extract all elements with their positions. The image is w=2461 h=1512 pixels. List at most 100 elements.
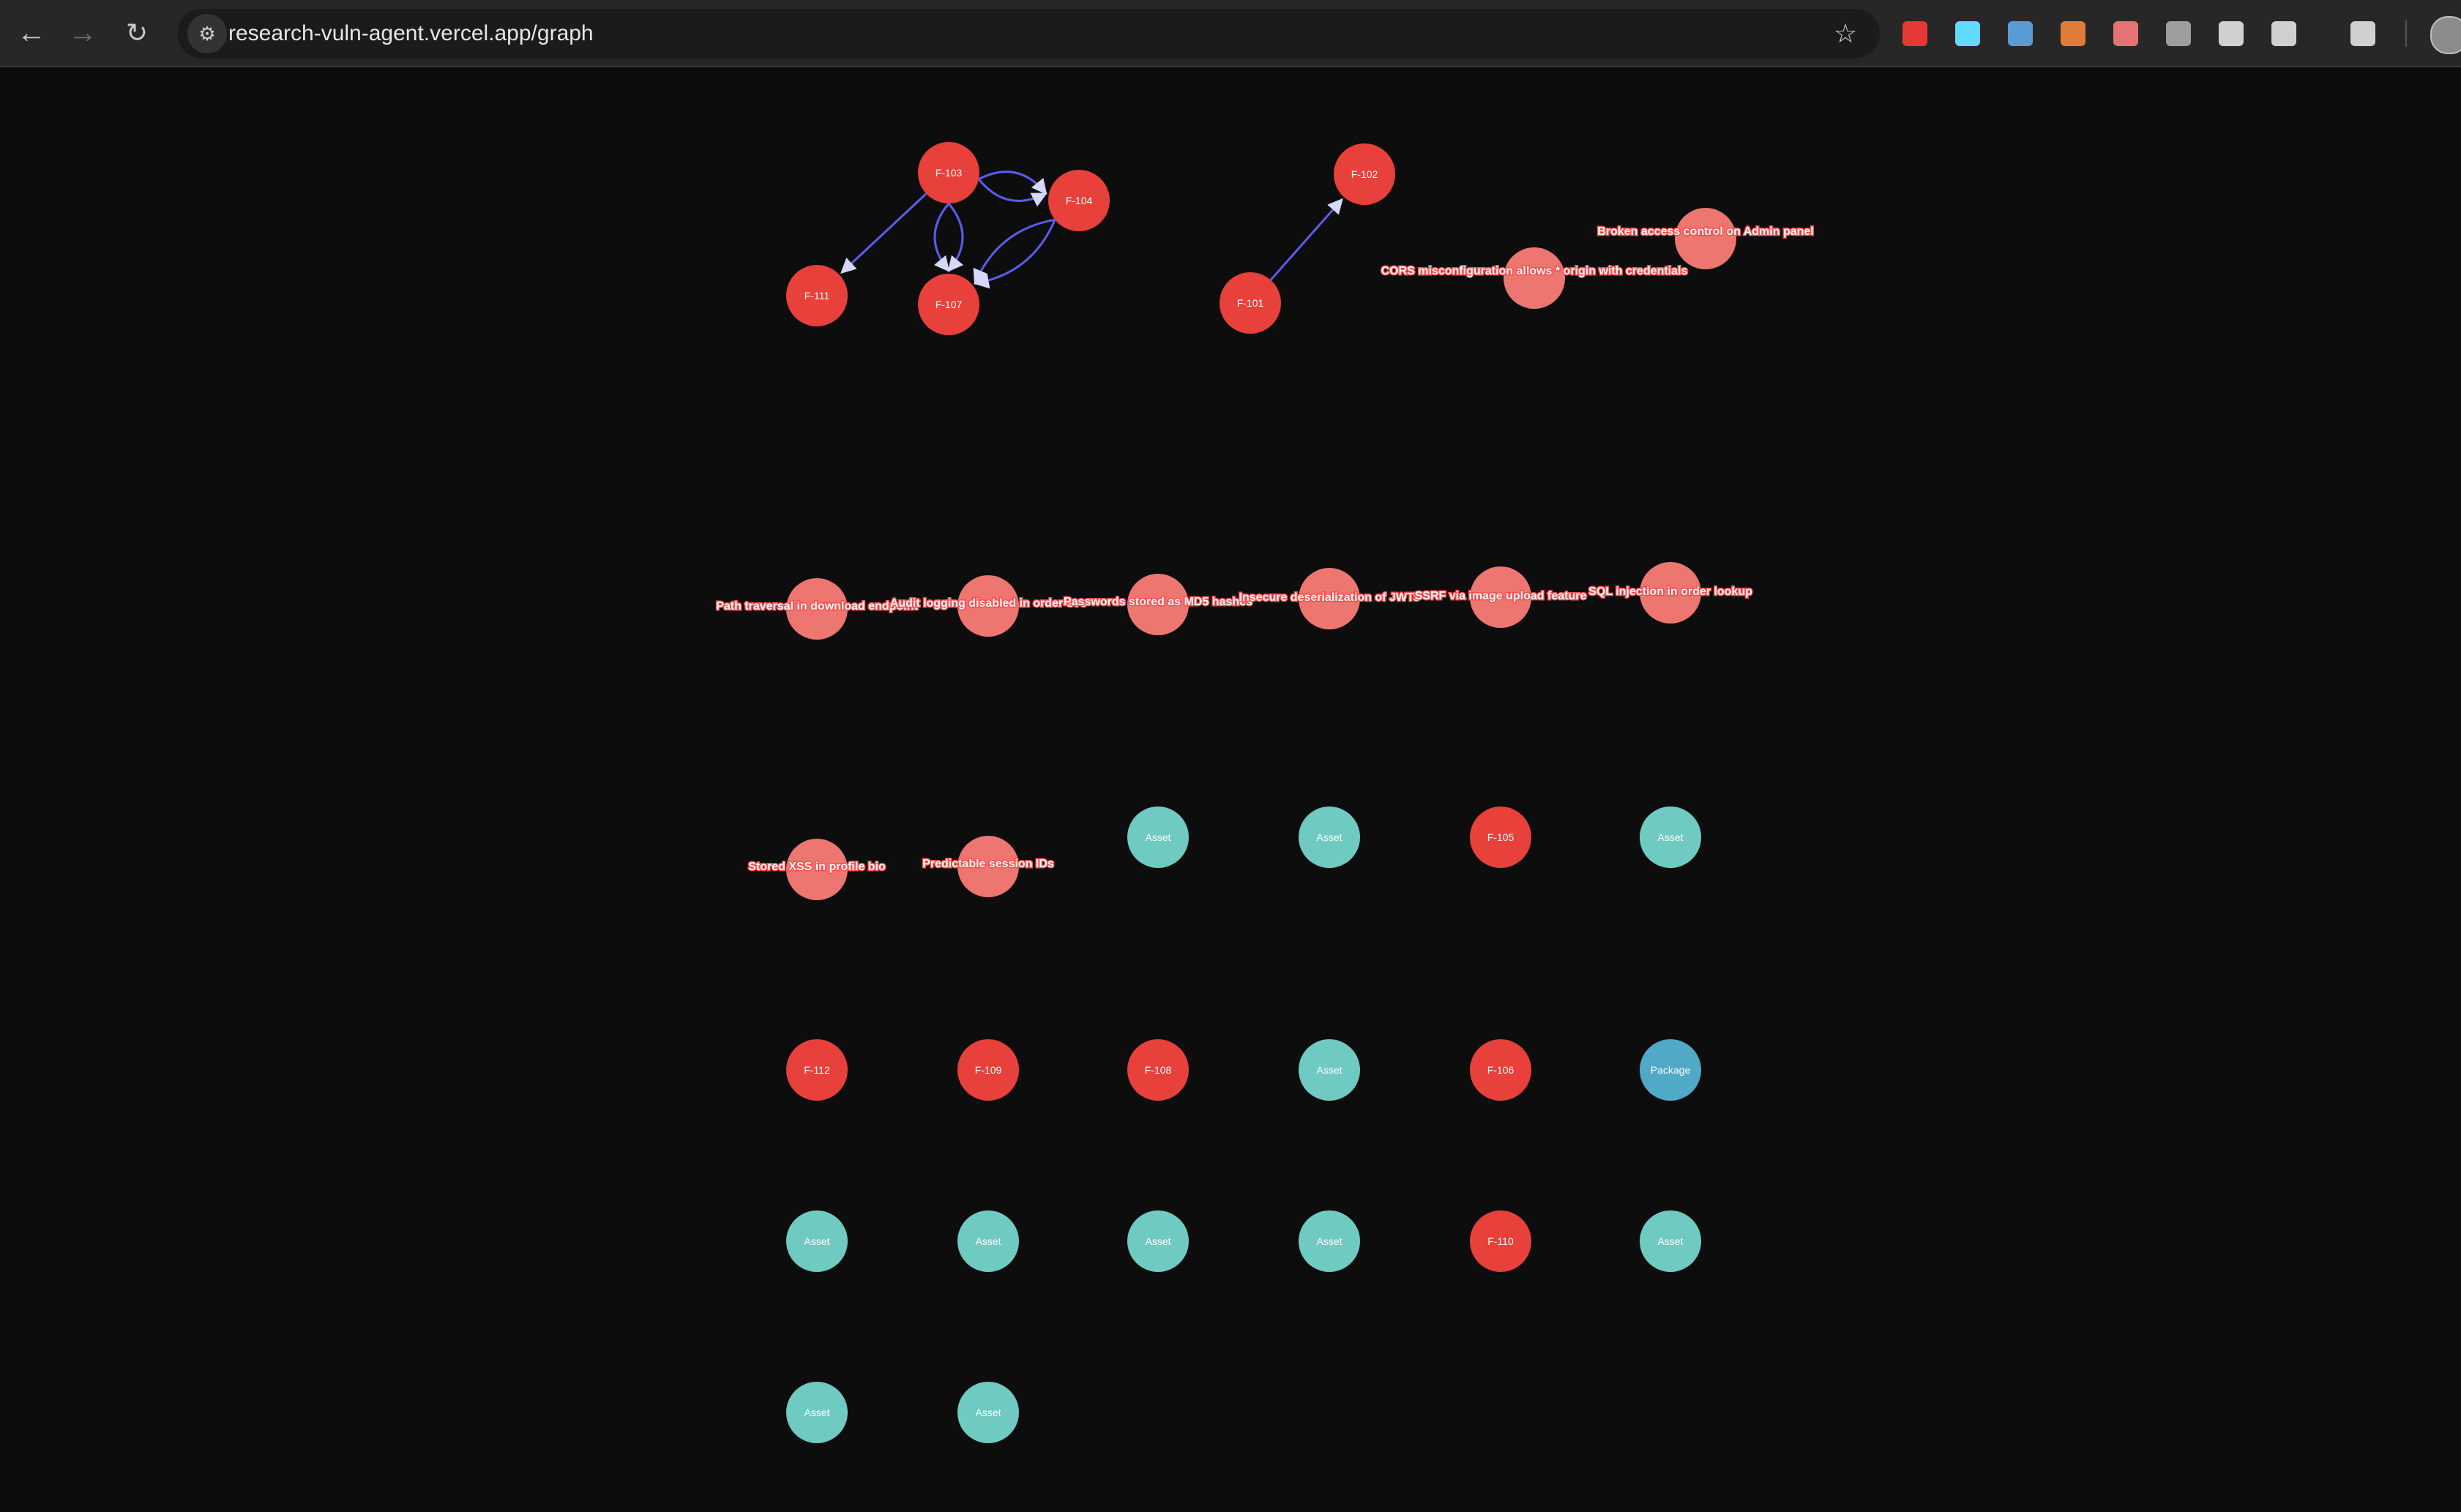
asset-node[interactable]: Asset xyxy=(1299,1210,1360,1272)
extension-button[interactable] xyxy=(2053,13,2094,54)
site-info-button[interactable]: ⚙ xyxy=(187,14,227,53)
toolbar-divider xyxy=(2405,20,2407,47)
ext-screenshot-icon xyxy=(2008,21,2033,46)
finding-title-node[interactable]: Insecure deserialization of JWTs xyxy=(1238,568,1421,629)
asset-node[interactable]: Asset xyxy=(1299,806,1360,868)
node-label: F-108 xyxy=(1145,1064,1172,1076)
asset-node[interactable]: Asset xyxy=(1299,1039,1360,1101)
star-icon: ☆ xyxy=(1833,18,1858,48)
finding-title-node[interactable]: Passwords stored as MD5 hashes xyxy=(1063,574,1254,635)
ext-hand-icon xyxy=(1902,21,1927,46)
extension-button[interactable] xyxy=(2211,13,2252,54)
node-label: CORS misconfiguration allows * origin wi… xyxy=(1381,265,1688,277)
node-label: SSRF via image upload feature xyxy=(1415,590,1587,602)
extension-button[interactable] xyxy=(2263,13,2304,54)
finding-node[interactable]: F-109 xyxy=(957,1039,1019,1101)
package-node[interactable]: Package xyxy=(1640,1039,1701,1101)
back-button[interactable]: ← xyxy=(12,13,51,53)
node-label: Asset xyxy=(1657,1235,1683,1247)
node-label: Stored XSS in profile bio xyxy=(748,861,886,873)
finding-node[interactable]: F-101 xyxy=(1220,272,1281,334)
node-label: F-112 xyxy=(804,1064,830,1076)
finding-node[interactable]: F-107 xyxy=(918,274,979,335)
finding-node[interactable]: F-110 xyxy=(1470,1210,1531,1272)
node-label: F-105 xyxy=(1487,831,1515,843)
finding-node[interactable]: F-108 xyxy=(1127,1039,1189,1101)
finding-node[interactable]: F-106 xyxy=(1470,1039,1531,1101)
reload-button[interactable]: ↻ xyxy=(117,13,157,53)
finding-node[interactable]: F-105 xyxy=(1470,806,1531,868)
extension-button[interactable] xyxy=(2342,13,2383,54)
node-label: Asset xyxy=(804,1235,829,1247)
asset-node[interactable]: Asset xyxy=(1640,806,1701,868)
node-label: Asset xyxy=(975,1407,1001,1418)
ext-react-icon xyxy=(1955,21,1980,46)
node-label: Audit logging disabled in order-svc xyxy=(890,597,1087,610)
node-circle[interactable] xyxy=(1675,208,1736,269)
finding-title-node[interactable]: Audit logging disabled in order-svc xyxy=(889,575,1088,637)
graph-edge xyxy=(973,219,1056,289)
extension-button[interactable] xyxy=(2158,13,2199,54)
finding-title-node[interactable]: Broken access control on Admin panel xyxy=(1597,208,1815,269)
finding-node[interactable]: F-111 xyxy=(786,265,848,326)
arrow-left-icon: ← xyxy=(17,17,46,49)
extension-button[interactable] xyxy=(2105,13,2146,54)
arrow-right-icon: → xyxy=(68,17,97,49)
asset-node[interactable]: Asset xyxy=(786,1210,848,1272)
node-label: Passwords stored as MD5 hashes xyxy=(1064,596,1252,608)
graph-svg[interactable]: F-103 F-104 F-111 F-107 F-102 F-101 CORS misco… xyxy=(0,67,2461,1512)
node-label: Asset xyxy=(1316,1235,1342,1247)
node-label: F-111 xyxy=(804,290,830,302)
asset-node[interactable]: Asset xyxy=(786,1382,848,1443)
finding-node[interactable]: F-102 xyxy=(1334,143,1395,205)
node-circle[interactable] xyxy=(1504,247,1565,309)
node-label: Asset xyxy=(975,1235,1001,1247)
graph-edge xyxy=(947,203,964,272)
graph-edge xyxy=(933,203,950,272)
node-label: F-103 xyxy=(936,167,963,179)
graph-edge xyxy=(973,218,1056,285)
finding-title-node[interactable]: Stored XSS in profile bio xyxy=(747,839,887,900)
browser-toolbar: ← → ↻ ⚙ research-vuln-agent.vercel.app/g… xyxy=(0,0,2461,67)
asset-node[interactable]: Asset xyxy=(957,1382,1019,1443)
node-label: F-102 xyxy=(1351,168,1378,180)
extension-button[interactable] xyxy=(2000,13,2041,54)
node-label: F-106 xyxy=(1487,1064,1515,1076)
ext-bolt-icon xyxy=(2166,21,2191,46)
node-label: Asset xyxy=(1316,1064,1342,1076)
bookmark-button[interactable]: ☆ xyxy=(1826,14,1865,53)
node-label: Package xyxy=(1651,1064,1691,1076)
finding-title-node[interactable]: CORS misconfiguration allows * origin wi… xyxy=(1380,247,1689,309)
finding-title-node[interactable]: Predictable session IDs xyxy=(922,836,1055,897)
ext-tab-search-icon xyxy=(2350,21,2375,46)
finding-node[interactable]: F-112 xyxy=(786,1039,848,1101)
node-label: F-110 xyxy=(1487,1235,1514,1247)
url-text[interactable]: research-vuln-agent.vercel.app/graph xyxy=(228,9,594,59)
ext-party-icon xyxy=(2061,21,2085,46)
ext-windows-icon xyxy=(2113,21,2138,46)
node-layer: F-103 F-104 F-111 F-107 F-102 F-101 CORS misco… xyxy=(715,142,1815,1443)
extension-button[interactable] xyxy=(1947,13,1988,54)
finding-title-node[interactable]: Path traversal in download endpoint xyxy=(715,578,919,640)
forward-button[interactable]: → xyxy=(63,13,102,53)
tune-icon: ⚙ xyxy=(198,22,216,45)
node-label: F-104 xyxy=(1066,195,1093,206)
graph-canvas[interactable]: F-103 F-104 F-111 F-107 F-102 F-101 CORS misco… xyxy=(0,67,2461,1512)
node-label: Asset xyxy=(1657,831,1683,843)
profile-avatar[interactable] xyxy=(2430,16,2461,54)
finding-title-node[interactable]: SSRF via image upload feature xyxy=(1414,566,1588,628)
node-label: F-109 xyxy=(975,1064,1002,1076)
asset-node[interactable]: Asset xyxy=(957,1210,1019,1272)
address-bar[interactable]: ⚙ research-vuln-agent.vercel.app/graph ☆ xyxy=(177,9,1880,59)
finding-node[interactable]: F-104 xyxy=(1048,170,1110,231)
asset-node[interactable]: Asset xyxy=(1127,806,1189,868)
asset-node[interactable]: Asset xyxy=(1127,1210,1189,1272)
asset-node[interactable]: Asset xyxy=(1640,1210,1701,1272)
extension-button[interactable] xyxy=(1894,13,1935,54)
node-label: F-107 xyxy=(936,299,963,310)
finding-title-node[interactable]: SQL injection in order lookup xyxy=(1588,562,1754,624)
node-label: Broken access control on Admin panel xyxy=(1597,225,1813,238)
finding-node[interactable]: F-103 xyxy=(918,142,979,203)
node-label: F-101 xyxy=(1237,297,1264,309)
ext-eyedropper-icon xyxy=(2219,21,2244,46)
